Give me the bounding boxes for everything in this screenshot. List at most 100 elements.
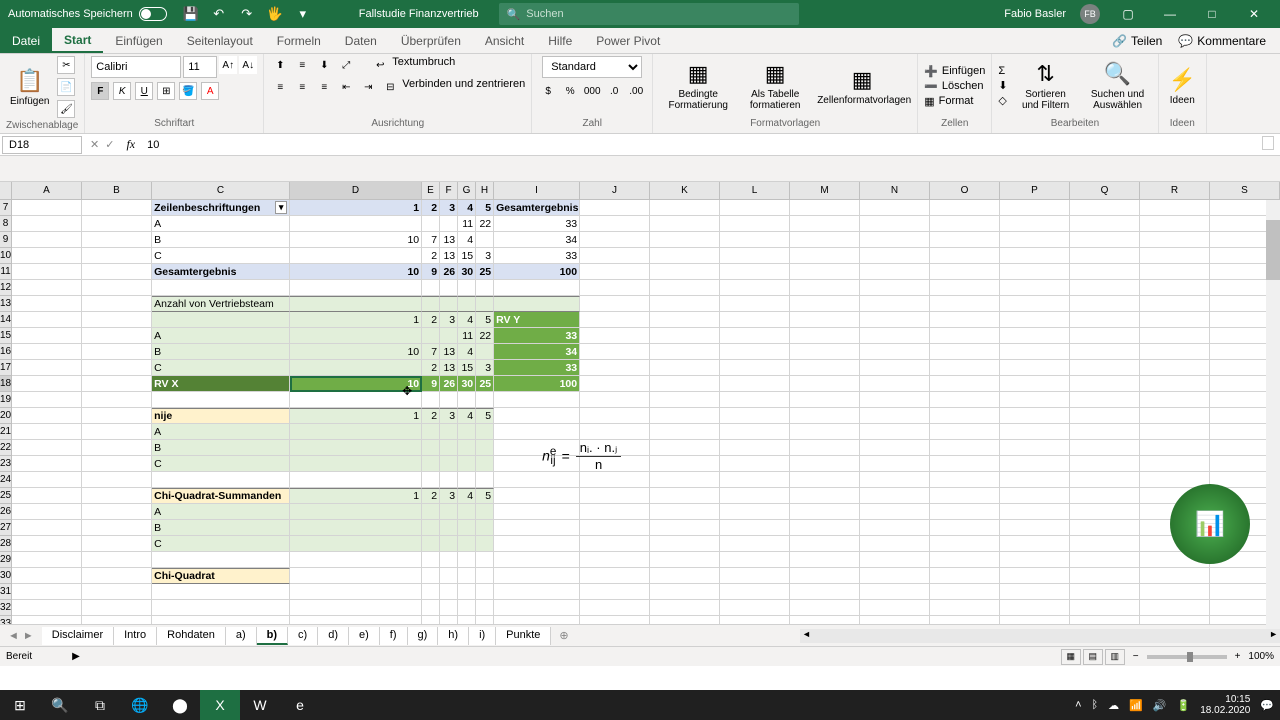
cell[interactable] xyxy=(720,216,790,232)
cell[interactable] xyxy=(1000,552,1070,568)
cell[interactable] xyxy=(458,520,476,536)
cell[interactable] xyxy=(580,312,650,328)
cell[interactable] xyxy=(12,440,82,456)
cell[interactable] xyxy=(580,280,650,296)
cell[interactable] xyxy=(82,520,152,536)
cell[interactable]: Chi-Quadrat xyxy=(152,568,290,584)
tray-volume-icon[interactable]: 🔊 xyxy=(1153,699,1167,712)
cell[interactable] xyxy=(790,616,860,624)
cell[interactable] xyxy=(1140,440,1210,456)
cell[interactable]: 7 xyxy=(422,344,440,360)
tab-start[interactable]: Start xyxy=(52,28,103,53)
cell[interactable] xyxy=(1070,616,1140,624)
cell[interactable] xyxy=(650,376,720,392)
cell[interactable] xyxy=(1000,312,1070,328)
cell[interactable] xyxy=(930,248,1000,264)
font-size-select[interactable] xyxy=(183,56,217,78)
cell[interactable] xyxy=(290,392,422,408)
cell[interactable] xyxy=(476,344,494,360)
cell[interactable] xyxy=(650,216,720,232)
cell[interactable] xyxy=(790,600,860,616)
sheet-tab-c[interactable]: c) xyxy=(288,627,318,645)
cell[interactable] xyxy=(290,360,422,376)
tab-help[interactable]: Hilfe xyxy=(536,28,584,53)
cell[interactable] xyxy=(440,424,458,440)
cell[interactable]: 5 xyxy=(476,312,494,328)
cell[interactable]: RV Y xyxy=(494,312,580,328)
cell[interactable] xyxy=(720,248,790,264)
redo-icon[interactable]: ↷ xyxy=(239,6,255,22)
cell[interactable] xyxy=(930,216,1000,232)
cell[interactable] xyxy=(720,264,790,280)
cell[interactable] xyxy=(494,568,580,584)
cell[interactable] xyxy=(12,328,82,344)
cell[interactable] xyxy=(422,280,440,296)
cell[interactable] xyxy=(290,536,422,552)
touch-mode-icon[interactable]: 🖐 xyxy=(267,6,283,22)
col-header-R[interactable]: R xyxy=(1140,182,1210,200)
cell[interactable] xyxy=(860,552,930,568)
col-header-Q[interactable]: Q xyxy=(1070,182,1140,200)
cell[interactable] xyxy=(790,296,860,312)
cell[interactable] xyxy=(790,344,860,360)
tab-review[interactable]: Überprüfen xyxy=(389,28,473,53)
tray-network-icon[interactable]: 📶 xyxy=(1129,699,1143,712)
auto-save-toggle[interactable] xyxy=(139,7,167,21)
cell[interactable] xyxy=(580,424,650,440)
cell[interactable] xyxy=(152,472,290,488)
cell[interactable] xyxy=(440,280,458,296)
cell[interactable]: 26 xyxy=(440,376,458,392)
col-header-C[interactable]: C xyxy=(152,182,290,200)
cell[interactable] xyxy=(720,392,790,408)
align-left-icon[interactable]: ≡ xyxy=(270,78,290,96)
cell[interactable] xyxy=(720,616,790,624)
cell[interactable] xyxy=(1140,584,1210,600)
cell[interactable] xyxy=(1140,216,1210,232)
share-button[interactable]: 🔗Teilen xyxy=(1106,34,1168,48)
sheet-tab-d[interactable]: d) xyxy=(318,627,349,645)
cell[interactable] xyxy=(458,536,476,552)
cell[interactable] xyxy=(290,216,422,232)
sheet-tab-Punkte[interactable]: Punkte xyxy=(496,627,551,645)
row-header-31[interactable]: 31 xyxy=(0,584,12,600)
cell[interactable] xyxy=(720,456,790,472)
cell[interactable] xyxy=(790,232,860,248)
cell[interactable] xyxy=(1070,344,1140,360)
align-center-icon[interactable]: ≡ xyxy=(292,78,312,96)
font-color-button[interactable]: A xyxy=(201,82,219,100)
sheet-tab-g[interactable]: g) xyxy=(408,627,439,645)
tray-bluetooth-icon[interactable]: ᛒ xyxy=(1092,699,1099,711)
zoom-level[interactable]: 100% xyxy=(1248,651,1274,662)
cell[interactable] xyxy=(458,504,476,520)
cell[interactable] xyxy=(930,456,1000,472)
cell[interactable] xyxy=(580,520,650,536)
cell[interactable]: 4 xyxy=(458,312,476,328)
cell[interactable] xyxy=(476,616,494,624)
row-header-25[interactable]: 25 xyxy=(0,488,12,504)
cell[interactable] xyxy=(1000,376,1070,392)
cell[interactable] xyxy=(440,568,458,584)
cell[interactable] xyxy=(1070,376,1140,392)
cell[interactable] xyxy=(422,584,440,600)
cell[interactable]: C xyxy=(152,536,290,552)
decrease-indent-icon[interactable]: ⇤ xyxy=(336,78,356,96)
cell[interactable] xyxy=(476,280,494,296)
cond-format-button[interactable]: ▦Bedingte Formatierung xyxy=(659,59,737,113)
cell[interactable] xyxy=(930,568,1000,584)
tray-battery-icon[interactable]: 🔋 xyxy=(1177,699,1191,712)
sheet-tab-Rohdaten[interactable]: Rohdaten xyxy=(157,627,226,645)
cell[interactable]: B xyxy=(152,440,290,456)
cell[interactable] xyxy=(720,344,790,360)
row-header-29[interactable]: 29 xyxy=(0,552,12,568)
fill-color-button[interactable]: 🪣 xyxy=(179,82,197,100)
cell[interactable] xyxy=(930,392,1000,408)
row-header-20[interactable]: 20 xyxy=(0,408,12,424)
cell[interactable] xyxy=(790,360,860,376)
col-header-N[interactable]: N xyxy=(860,182,930,200)
delete-cells-button[interactable]: ➖Löschen xyxy=(924,80,985,93)
cell[interactable] xyxy=(458,600,476,616)
cell[interactable] xyxy=(860,600,930,616)
orientation-icon[interactable]: ⤢ xyxy=(336,56,356,74)
cell[interactable] xyxy=(860,216,930,232)
tray-up-icon[interactable]: ˄ xyxy=(1075,699,1081,711)
